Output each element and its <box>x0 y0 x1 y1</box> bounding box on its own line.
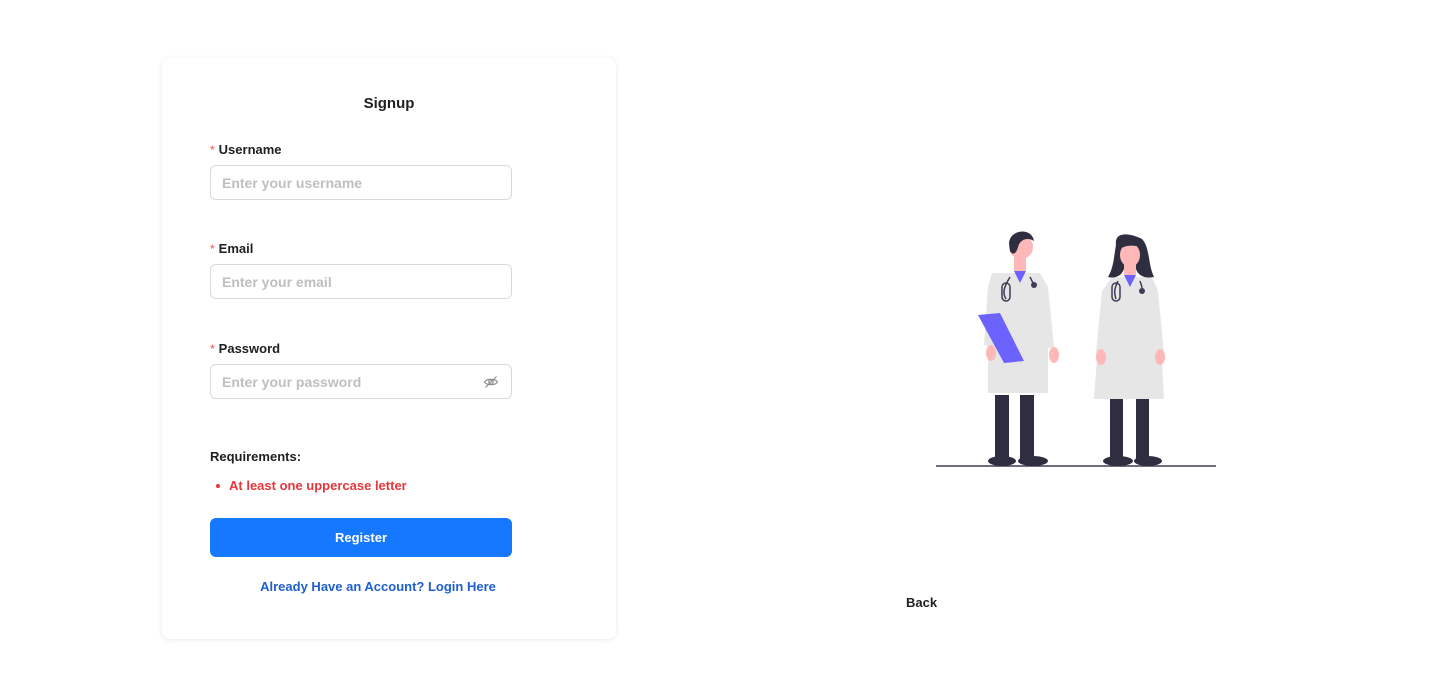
password-field-wrapper[interactable] <box>210 364 512 399</box>
email-field-wrapper[interactable] <box>210 264 512 299</box>
back-link[interactable]: Back <box>906 595 937 610</box>
login-link[interactable]: Already Have an Account? Login Here <box>162 579 594 594</box>
username-field-wrapper[interactable] <box>210 165 512 200</box>
password-input[interactable] <box>222 365 482 398</box>
eye-invisible-icon[interactable] <box>482 373 500 391</box>
requirement-text: At least one uppercase letter <box>229 478 407 493</box>
email-label: * Email <box>210 241 253 256</box>
requirements-title: Requirements: <box>210 449 302 464</box>
username-label-text: Username <box>218 142 282 157</box>
signup-card: Signup *Username *Email *Password Requir… <box>162 58 616 639</box>
email-input[interactable] <box>222 265 500 298</box>
email-label-text: Email <box>218 241 254 256</box>
requirements-list: At least one uppercase letter <box>210 478 407 493</box>
requirement-item: At least one uppercase letter <box>210 478 407 493</box>
bullet-icon <box>216 483 220 488</box>
required-mark: * <box>210 242 215 256</box>
required-mark: * <box>210 143 215 157</box>
register-button[interactable]: Register <box>210 518 512 557</box>
password-label: * Password <box>210 341 280 356</box>
required-mark: * <box>210 342 215 356</box>
username-label: * Username <box>210 142 282 157</box>
username-input[interactable] <box>222 166 500 199</box>
page-title: Signup <box>363 95 415 112</box>
doctors-illustration <box>930 225 1220 473</box>
password-label-text: Password <box>218 341 281 356</box>
